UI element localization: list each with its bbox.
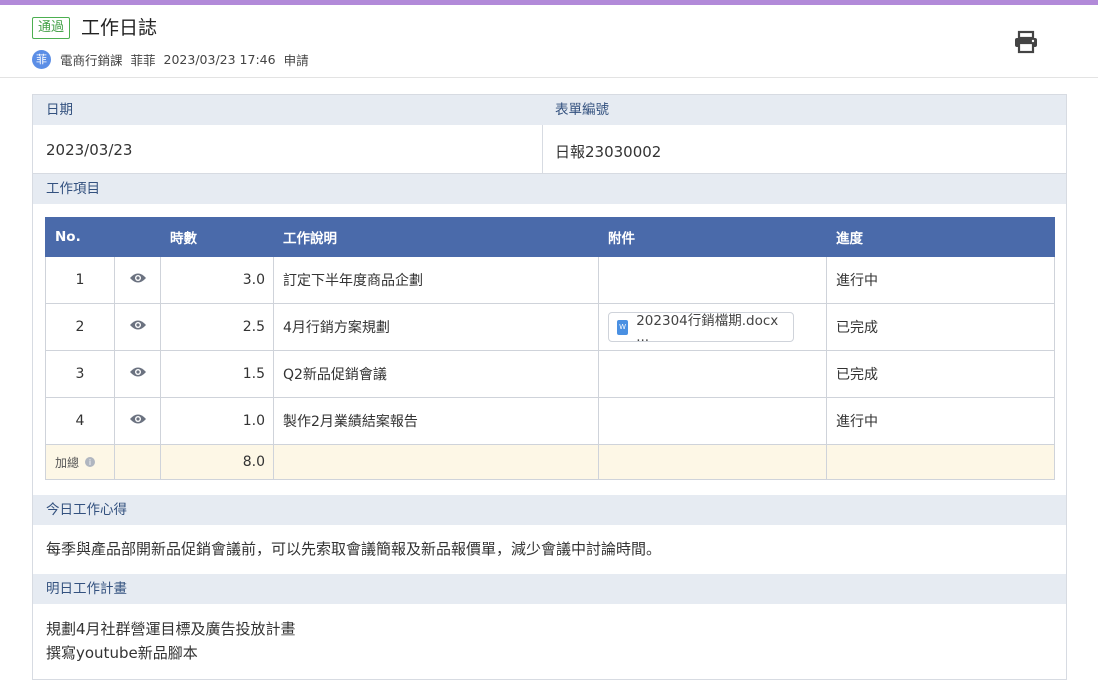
row-description: Q2新品促銷會議 (273, 350, 599, 398)
col-hours: 時數 (160, 217, 274, 257)
today-notes: 每季與產品部開新品促銷會議前，可以先索取會議簡報及新品報價單，減少會議中討論時間… (46, 540, 662, 558)
row-progress: 已完成 (826, 303, 1055, 351)
page-header: 通過 工作日誌 菲 電商行銷課 菲菲 2023/03/23 17:46 申請 (0, 5, 1098, 78)
department: 電商行銷課 (60, 52, 123, 68)
row-description: 訂定下半年度商品企劃 (273, 256, 599, 304)
total-empty (598, 444, 827, 480)
row-no: 1 (45, 256, 115, 304)
table-row: 1 3.0 訂定下半年度商品企劃 進行中 (45, 256, 1055, 304)
table-row: 3 1.5 Q2新品促銷會議 已完成 (45, 350, 1055, 398)
row-description: 製作2月業績結案報告 (273, 397, 599, 445)
tomorrow-header: 明日工作計畫 (33, 574, 1066, 604)
eye-icon[interactable] (114, 303, 161, 351)
submit-datetime: 2023/03/23 17:46 (163, 51, 276, 67)
status-badge: 通過 (32, 17, 71, 39)
row-no: 4 (45, 397, 115, 445)
row-hours: 3.0 (160, 256, 274, 304)
total-empty (114, 444, 161, 480)
today-header: 今日工作心得 (33, 495, 1066, 525)
form-card: 日期 表單編號 2023/03/23 日報23030002 工作項目 No. 時… (32, 94, 1067, 680)
row-no: 2 (45, 303, 115, 351)
row-attachment: W 202304行銷檔期.docx ... (598, 303, 827, 351)
attachment-file[interactable]: W 202304行銷檔期.docx ... (608, 312, 794, 345)
eye-icon[interactable] (114, 256, 161, 304)
row-hours: 1.5 (160, 350, 274, 398)
row-progress: 進行中 (826, 397, 1055, 445)
date-header-row: 日期 表單編號 (33, 95, 1066, 125)
row-hours: 1.0 (160, 397, 274, 445)
divider (542, 125, 543, 173)
avatar: 菲 (32, 49, 51, 69)
work-items-title: 工作項目 (46, 181, 100, 197)
submit-action: 申請 (283, 52, 309, 68)
date-value: 2023/03/23 (46, 141, 133, 159)
tomorrow-plan-line: 撰寫youtube新品腳本 (46, 644, 198, 662)
col-description: 工作說明 (273, 217, 599, 257)
row-progress: 已完成 (826, 350, 1055, 398)
col-progress: 進度 (826, 217, 1055, 257)
form-no-value: 日報23030002 (555, 143, 662, 161)
col-attachment: 附件 (598, 217, 827, 257)
page-title: 工作日誌 (81, 17, 158, 39)
table-row: 4 1.0 製作2月業績結案報告 進行中 (45, 397, 1055, 445)
date-label: 日期 (46, 102, 73, 118)
col-no: No. (45, 217, 115, 257)
applicant-meta: 菲 電商行銷課 菲菲 2023/03/23 17:46 申請 (32, 49, 317, 69)
table-row: 2 2.5 4月行銷方案規劃 W 202304行銷檔期.docx ... 已完成 (45, 303, 1055, 351)
row-description: 4月行銷方案規劃 (273, 303, 599, 351)
attachment-filename: 202304行銷檔期.docx ... (636, 313, 779, 345)
total-label-cell: 加總 i (45, 444, 115, 480)
table-header-row: No. 時數 工作說明 附件 進度 (45, 217, 1055, 257)
eye-icon[interactable] (114, 397, 161, 445)
applicant-name: 菲菲 (130, 52, 156, 68)
tomorrow-title: 明日工作計畫 (46, 581, 127, 597)
work-items-table: No. 時數 工作說明 附件 進度 1 3.0 訂定下半年度商品企劃 進行中 2 (45, 217, 1055, 480)
total-row: 加總 i 8.0 (45, 444, 1055, 480)
tomorrow-plan-line: 規劃4月社群營運目標及廣告投放計畫 (46, 620, 296, 638)
today-title: 今日工作心得 (46, 502, 127, 518)
row-progress: 進行中 (826, 256, 1055, 304)
col-view (114, 217, 161, 257)
printer-icon[interactable] (1013, 30, 1039, 54)
total-label: 加總 (55, 455, 80, 470)
row-attachment (598, 350, 827, 398)
row-hours: 2.5 (160, 303, 274, 351)
row-attachment (598, 397, 827, 445)
row-no: 3 (45, 350, 115, 398)
info-icon[interactable]: i (85, 457, 96, 467)
eye-icon[interactable] (114, 350, 161, 398)
total-hours: 8.0 (160, 444, 274, 480)
form-no-label: 表單編號 (555, 102, 609, 118)
work-items-header: 工作項目 (33, 174, 1066, 204)
row-attachment (598, 256, 827, 304)
word-doc-icon: W (617, 319, 629, 335)
total-empty (273, 444, 599, 480)
total-empty (826, 444, 1055, 480)
